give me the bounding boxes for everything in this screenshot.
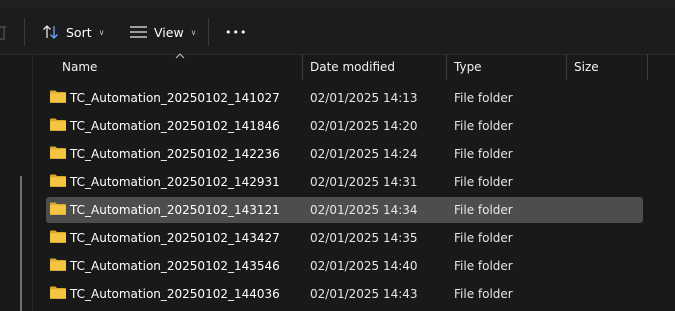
column-header-name[interactable]: Name	[62, 54, 97, 80]
file-type: File folder	[454, 259, 513, 273]
file-row[interactable]: TC_Automation_20250102_141027 02/01/2025 …	[46, 85, 643, 111]
file-date-modified: 02/01/2025 14:35	[310, 231, 418, 245]
file-date-modified: 02/01/2025 14:24	[310, 147, 418, 161]
title-bar-strip	[0, 0, 675, 8]
folder-icon	[50, 174, 66, 187]
navigation-pane-border	[32, 54, 33, 311]
file-type: File folder	[454, 147, 513, 161]
folder-icon	[50, 286, 66, 299]
file-date-modified: 02/01/2025 14:34	[310, 203, 418, 217]
folder-icon	[50, 118, 66, 131]
file-name: TC_Automation_20250102_143546	[70, 259, 280, 273]
sort-label: Sort	[66, 24, 92, 40]
column-header-size-label: Size	[574, 60, 599, 74]
file-date-modified: 02/01/2025 14:31	[310, 175, 418, 189]
file-name: TC_Automation_20250102_144036	[70, 287, 280, 301]
delete-icon[interactable]	[0, 23, 8, 41]
folder-icon	[50, 258, 66, 271]
sort-button[interactable]: Sort ∨	[42, 17, 104, 47]
column-header-size[interactable]: Size	[574, 54, 599, 80]
more-options-button[interactable]: •••	[225, 17, 247, 47]
file-type: File folder	[454, 91, 513, 105]
folder-icon	[50, 146, 66, 159]
toolbar-separator	[24, 18, 25, 46]
file-name: TC_Automation_20250102_143121	[70, 203, 280, 217]
file-name: TC_Automation_20250102_143427	[70, 231, 280, 245]
file-name: TC_Automation_20250102_142236	[70, 147, 280, 161]
file-row[interactable]: TC_Automation_20250102_143546 02/01/2025 …	[46, 253, 643, 279]
column-header-row: Name Date modified Type Size	[33, 54, 675, 80]
file-name: TC_Automation_20250102_141846	[70, 119, 280, 133]
folder-icon	[50, 202, 66, 215]
command-bar: Sort ∨ View ∨ •••	[0, 8, 675, 55]
column-divider[interactable]	[446, 54, 447, 80]
file-row[interactable]: TC_Automation_20250102_141846 02/01/2025 …	[46, 113, 643, 139]
file-row[interactable]: TC_Automation_20250102_142236 02/01/2025 …	[46, 141, 643, 167]
file-row[interactable]: TC_Automation_20250102_144036 02/01/2025 …	[46, 281, 643, 307]
column-header-type-label: Type	[454, 60, 482, 74]
folder-icon	[50, 90, 66, 103]
view-label: View	[154, 24, 184, 40]
file-date-modified: 02/01/2025 14:20	[310, 119, 418, 133]
sort-icon	[43, 25, 58, 39]
column-header-name-label: Name	[62, 60, 98, 74]
file-date-modified: 02/01/2025 14:13	[310, 91, 418, 105]
column-header-date-label: Date modified	[310, 60, 396, 74]
file-type: File folder	[454, 231, 513, 245]
folder-icon	[50, 230, 66, 243]
column-divider[interactable]	[302, 54, 303, 80]
file-type: File folder	[454, 287, 513, 301]
view-icon	[130, 26, 147, 38]
file-type: File folder	[454, 175, 513, 189]
column-divider[interactable]	[647, 54, 648, 80]
toolbar-separator	[208, 18, 209, 46]
file-row[interactable]: TC_Automation_20250102_142931 02/01/2025 …	[46, 169, 643, 195]
file-date-modified: 02/01/2025 14:43	[310, 287, 418, 301]
file-name: TC_Automation_20250102_141027	[70, 91, 280, 105]
file-type: File folder	[454, 203, 513, 217]
navigation-pane-scrollbar[interactable]	[20, 176, 22, 311]
column-header-type[interactable]: Type	[454, 54, 482, 80]
file-type: File folder	[454, 119, 513, 133]
chevron-down-icon: ∨	[98, 27, 105, 37]
chevron-down-icon: ∨	[190, 27, 197, 37]
more-icon: •••	[225, 25, 248, 39]
file-name: TC_Automation_20250102_142931	[70, 175, 280, 189]
file-date-modified: 02/01/2025 14:40	[310, 259, 418, 273]
file-row[interactable]: TC_Automation_20250102_143427 02/01/2025 …	[46, 225, 643, 251]
column-header-date-modified[interactable]: Date modified	[310, 54, 395, 80]
file-row[interactable]: TC_Automation_20250102_143121 02/01/2025 …	[46, 197, 643, 223]
column-divider[interactable]	[566, 54, 567, 80]
view-button[interactable]: View ∨	[130, 17, 197, 47]
